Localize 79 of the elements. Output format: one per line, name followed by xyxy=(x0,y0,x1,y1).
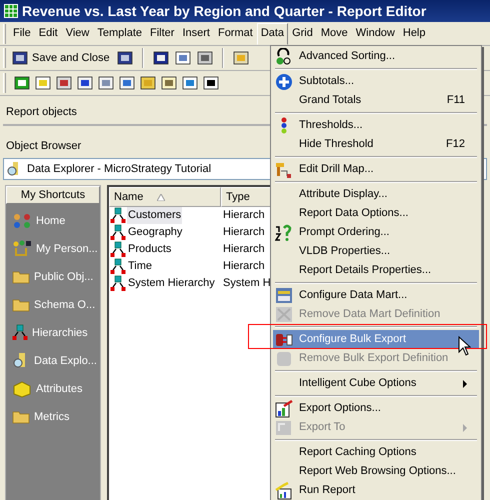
hierarchy-icon xyxy=(12,324,28,342)
run-report-icon xyxy=(275,482,293,500)
table-cell-text: System H xyxy=(222,276,271,292)
menu-option[interactable]: Grand Totals F11 xyxy=(273,91,479,110)
hierarchy-icon xyxy=(110,258,126,276)
menu-option[interactable]: Export Options... xyxy=(273,399,479,418)
menu-option[interactable]: Hide Threshold F12 xyxy=(273,135,479,154)
menu-option[interactable]: Edit Drill Map... xyxy=(273,160,479,179)
menu-option[interactable]: Report Web Browsing Options... xyxy=(273,462,479,481)
menu-item[interactable]: Edit xyxy=(34,22,62,44)
menu-option[interactable]: Prompt Ordering... xyxy=(273,223,479,242)
menu-option[interactable]: Intelligent Cube Options xyxy=(273,374,479,393)
menu-item[interactable]: Move xyxy=(316,22,352,44)
menu-item[interactable]: Help xyxy=(398,22,430,44)
menu-option[interactable]: Run Report xyxy=(273,481,479,500)
menu-item[interactable]: View xyxy=(62,22,94,44)
table-cell-text: Hierarch xyxy=(222,225,265,240)
menu-option[interactable]: Report Data Options... xyxy=(273,204,479,223)
traffic-light-icon xyxy=(281,117,287,134)
shortcut-item[interactable]: Schema O... xyxy=(34,296,96,314)
menu-item[interactable]: Filter xyxy=(146,22,178,44)
window-title: Revenue vs. Last Year by Region and Quarter - Report Editor xyxy=(22,2,426,21)
menu-item[interactable]: Data xyxy=(256,22,288,44)
hierarchy-icon xyxy=(110,206,126,224)
menu-option[interactable]: Subtotals... xyxy=(273,72,479,91)
menu-item[interactable]: Template xyxy=(93,22,146,44)
column-title: Name xyxy=(114,190,144,205)
disabled-export-to-icon xyxy=(275,418,293,436)
list-item[interactable]: Time xyxy=(127,258,154,275)
table-cell-text: Hierarch xyxy=(222,208,265,224)
data-mart-icon xyxy=(275,286,293,304)
table-cell-text: Hierarch xyxy=(222,259,265,274)
disabled-export-icon xyxy=(275,350,293,368)
drill-map-icon xyxy=(275,160,293,178)
shortcut-item[interactable]: Metrics xyxy=(34,408,70,426)
menu-option[interactable]: Thresholds... xyxy=(273,116,479,135)
menu-item[interactable]: Insert xyxy=(178,22,214,44)
prompt-order-icon xyxy=(275,224,293,242)
add-icon xyxy=(275,72,293,90)
panel-title: Object Browser xyxy=(6,138,82,154)
cube-icon xyxy=(12,380,32,398)
shortcut-key: F11 xyxy=(446,92,479,109)
shortcut-key: F12 xyxy=(446,136,479,153)
menu-option[interactable]: Configure Data Mart... xyxy=(273,286,479,305)
save-and-close-button[interactable]: Save and Close xyxy=(9,47,113,69)
menu-item[interactable]: Grid xyxy=(288,22,317,44)
shortcut-item[interactable]: Attributes xyxy=(36,380,82,398)
chart-export-icon xyxy=(275,400,293,418)
column-header[interactable]: Name xyxy=(109,187,221,207)
menu-option[interactable]: VLDB Properties... xyxy=(273,242,479,261)
menu-option[interactable]: Report Caching Options xyxy=(273,443,479,462)
hierarchy-icon xyxy=(110,274,126,292)
list-item[interactable]: Customers xyxy=(127,207,182,224)
sort-arrow-icon xyxy=(157,194,166,200)
table-cell-text: Hierarch xyxy=(222,242,265,258)
hierarchy-icon xyxy=(110,240,126,258)
list-item[interactable]: System Hierarchy xyxy=(127,275,216,292)
menu-item[interactable]: File xyxy=(9,22,35,44)
folder-icon xyxy=(12,297,30,313)
menu-item[interactable]: Window xyxy=(352,22,399,44)
hierarchy-icon xyxy=(110,224,126,242)
folder-icon xyxy=(12,269,30,285)
sort-icon xyxy=(275,48,293,66)
mouse-pointer-icon xyxy=(458,336,471,356)
shortcuts-header[interactable]: My Shortcuts xyxy=(6,186,100,204)
menu-option[interactable]: Advanced Sorting... xyxy=(273,47,479,66)
shortcut-item[interactable]: My Person... xyxy=(36,240,98,258)
list-item[interactable]: Geography xyxy=(127,224,184,241)
shortcut-item[interactable]: Data Explo... xyxy=(34,352,97,370)
shortcut-item[interactable]: Public Obj... xyxy=(34,268,94,286)
folder-icon xyxy=(12,409,30,425)
menu-item[interactable]: Format xyxy=(214,22,257,44)
shortcut-item[interactable]: Hierarchies xyxy=(32,324,88,342)
panel-title: Report objects xyxy=(6,104,77,120)
list-item[interactable]: Products xyxy=(127,241,172,258)
home-icon xyxy=(12,212,32,230)
shortcut-item[interactable]: Home xyxy=(36,212,66,230)
menu-option[interactable]: Report Details Properties... xyxy=(273,261,479,280)
disabled-data-mart-icon xyxy=(275,306,293,324)
